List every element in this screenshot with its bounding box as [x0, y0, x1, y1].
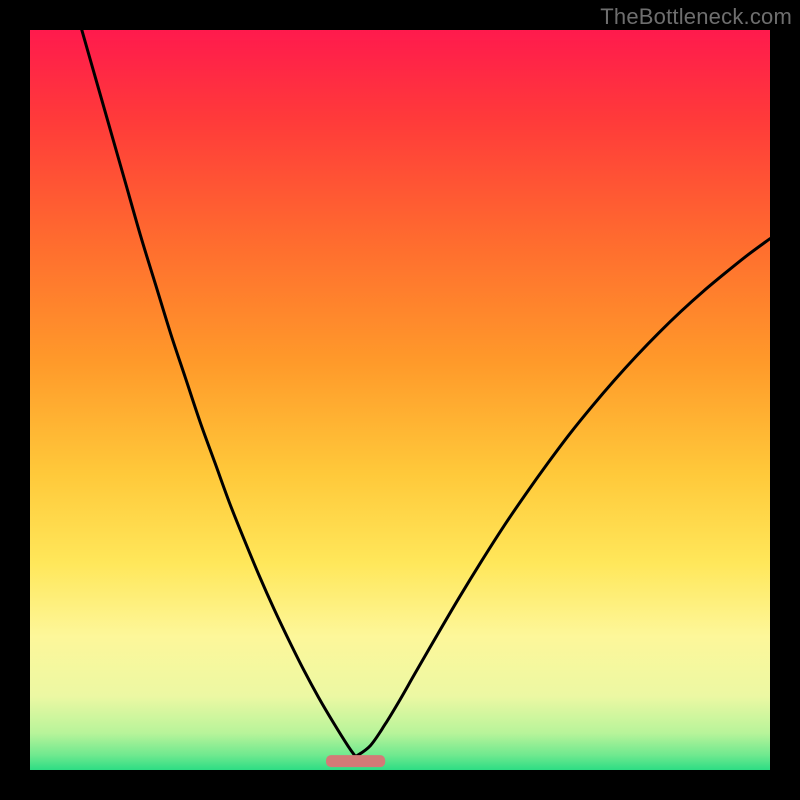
- watermark-text: TheBottleneck.com: [600, 4, 792, 30]
- optimum-marker: [326, 755, 385, 767]
- gradient-background: [30, 30, 770, 770]
- plot-area: [30, 30, 770, 770]
- chart-frame: TheBottleneck.com: [0, 0, 800, 800]
- bottleneck-curve-plot: [30, 30, 770, 770]
